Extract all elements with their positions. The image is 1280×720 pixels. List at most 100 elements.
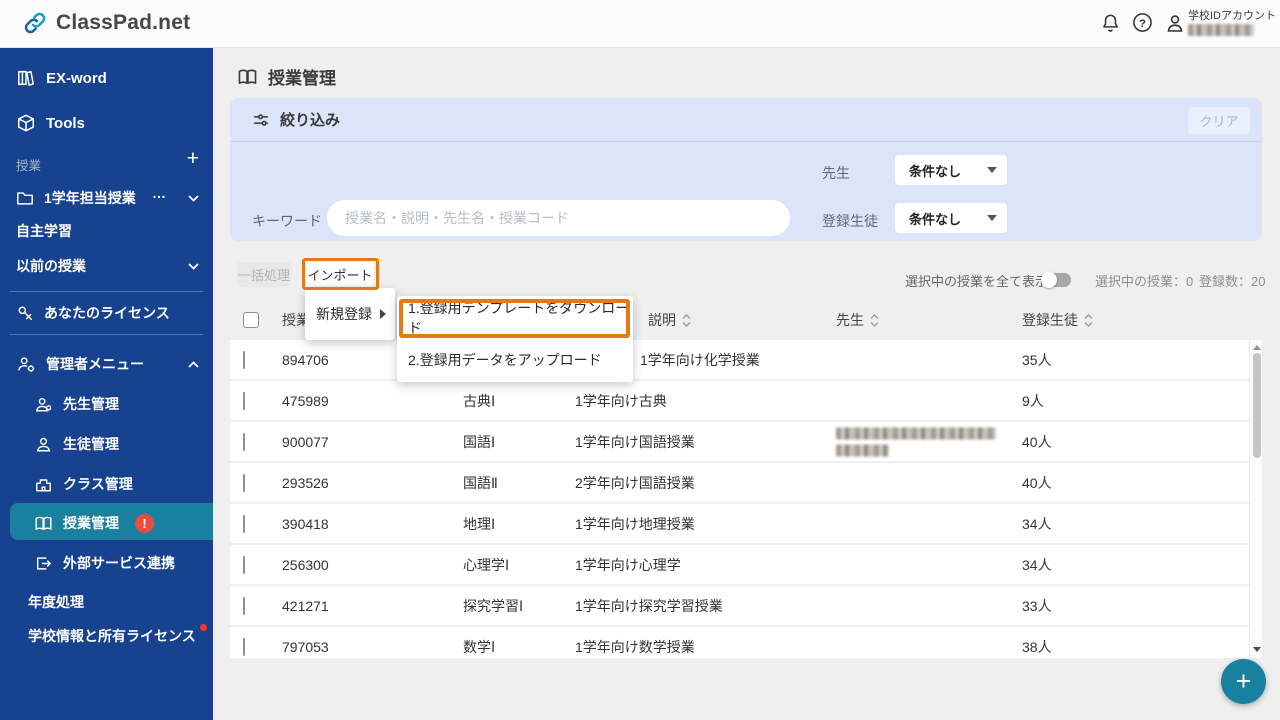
more-icon[interactable]: … [152,185,167,201]
teacher-filter-label: 先生 [822,165,850,181]
chevron-down-icon[interactable] [188,194,199,202]
column-label: 説明 [648,312,676,328]
account-name-redacted [1188,24,1254,36]
sidebar-item-lesson-mgmt[interactable]: 授業管理 ! [0,509,213,537]
row-checkbox[interactable] [243,391,245,410]
table-row[interactable]: 475989 古典Ⅰ 1学年向け古典 9人 [230,381,1262,420]
sidebar-item-student-mgmt[interactable]: 生徒管理 [0,430,213,458]
row-checkbox[interactable] [243,596,245,615]
sidebar-item-label: 授業管理 [63,515,119,531]
sidebar-item-your-license[interactable]: あなたのライセンス [0,299,213,327]
sidebar-item-label: EX-word [46,69,107,87]
sidebar-item-tools[interactable]: Tools [0,109,213,137]
row-checkbox[interactable] [243,555,245,574]
sidebar-item-school-info[interactable]: 学校情報と所有ライセンス [0,622,213,650]
external-link-icon [34,555,53,572]
teacher-filter-select[interactable]: 条件なし [895,155,1007,185]
clear-filter-button[interactable]: クリア [1188,107,1250,134]
table-row[interactable]: 421271 探究学習Ⅰ 1学年向け探究学習授業 33人 [230,586,1262,625]
sidebar-item-class-mgmt[interactable]: クラス管理 [0,470,213,498]
sort-icon [870,313,879,327]
chevron-down-icon[interactable] [188,262,199,270]
person-icon[interactable] [1164,12,1186,34]
column-label: 登録生徒 [1022,312,1078,328]
sidebar-item-year-processing[interactable]: 年度処理 [0,588,213,616]
import-button[interactable]: インポート [306,262,374,286]
scroll-down-arrow-icon[interactable] [1253,647,1261,652]
table-row[interactable]: 390418 地理Ⅰ 1学年向け地理授業 34人 [230,504,1262,543]
column-header-desc[interactable]: 説明 [648,310,691,330]
keyword-input[interactable] [327,200,790,236]
row-checkbox[interactable] [243,637,245,656]
show-selected-label: 選択中の授業を全て表示 [905,274,1049,289]
chevron-up-icon[interactable] [188,360,199,368]
sidebar-item-label: 外部サービス連携 [63,555,175,571]
student-icon [34,436,53,453]
sidebar-divider [10,334,203,335]
sidebar-item-external-services[interactable]: 外部サービス連携 [0,549,213,577]
scrollbar-thumb[interactable] [1252,353,1261,458]
class-code: 475989 [282,392,329,409]
link-icon [22,10,48,36]
row-checkbox[interactable] [243,432,245,451]
brand-name: ClassPad.net [56,11,191,34]
sidebar-item-label: 生徒管理 [63,436,119,452]
row-checkbox[interactable] [243,514,245,533]
class-code: 390418 [282,515,329,532]
teacher-filter-value: 条件なし [909,163,962,179]
row-checkbox[interactable] [243,473,245,492]
sidebar-divider [10,291,203,292]
table-scrollbar[interactable] [1249,340,1262,658]
add-class-icon[interactable]: + [187,147,199,171]
sidebar-item-teacher-mgmt[interactable]: 先生管理 [0,390,213,418]
sort-icon [1084,313,1093,327]
tools-cube-icon [16,113,36,133]
bell-icon[interactable] [1100,12,1121,35]
student-count: 33人 [1022,597,1052,614]
help-icon[interactable]: ? [1132,12,1153,33]
sidebar-item-previous-classes[interactable]: 以前の授業 [0,252,213,280]
table-row[interactable]: 797053 数学Ⅰ 1学年向け数学授業 38人 [230,627,1262,658]
folder-icon [16,190,34,206]
sidebar-item-label: 先生管理 [63,396,119,412]
menu-item-download-template[interactable]: 1.登録用テンプレートをダウンロード [397,297,633,339]
show-selected-toggle[interactable] [1041,272,1071,288]
table-row[interactable]: 293526 国語Ⅱ 2学年向け国語授業 40人 [230,463,1262,502]
class-code: 293526 [282,474,329,491]
add-class-fab[interactable]: + [1221,659,1266,704]
bulk-action-button[interactable]: 一括処理 [237,262,291,287]
menu-item-upload-data[interactable]: 2.登録用データをアップロード [397,339,633,381]
select-all-checkbox[interactable] [243,312,259,328]
brand-logo[interactable]: ClassPad.net [22,10,190,36]
sidebar: EX-word Tools 授業 + 1学年担当授業 … 自主学習 以前の授業 … [0,48,213,720]
notification-dot [199,624,207,631]
sort-icon [682,313,691,327]
filter-title: 絞り込み [280,112,341,129]
student-count: 34人 [1022,515,1052,532]
sidebar-item-label: 以前の授業 [16,258,86,274]
column-header-teacher[interactable]: 先生 [836,310,879,330]
students-filter-select[interactable]: 条件なし [895,203,1007,233]
app-window: ClassPad.net ? 学校IDアカウント EX-word Tools 授… [0,0,1280,720]
exword-icon [16,69,36,87]
account-type-label: 学校IDアカウント [1188,10,1276,22]
sidebar-item-grade1-classes[interactable]: 1学年担当授業 … [0,184,213,212]
student-count: 40人 [1022,474,1052,491]
sidebar-item-self-study[interactable]: 自主学習 [0,217,213,245]
table-row[interactable]: 900077 国語Ⅰ 1学年向け国語授業 40人 [230,422,1262,461]
student-count: 35人 [1022,351,1052,368]
row-checkbox[interactable] [243,350,245,369]
svg-text:?: ? [1139,18,1146,30]
alert-badge: ! [135,513,154,533]
table-row[interactable]: 256300 心理学Ⅰ 1学年向け心理学 34人 [230,545,1262,584]
sidebar-item-admin-menu[interactable]: 管理者メニュー [0,350,213,378]
toggle-knob [1041,272,1057,288]
column-header-students[interactable]: 登録生徒 [1022,310,1093,330]
table-row[interactable]: 894706 1学年向け化学授業 35人 [230,340,1262,379]
class-code: 256300 [282,556,329,573]
import-submenu: 1.登録用テンプレートをダウンロード 2.登録用データをアップロード [397,296,633,382]
submenu-arrow-icon [380,309,386,319]
student-count: 9人 [1022,392,1044,409]
scroll-up-arrow-icon[interactable] [1253,345,1261,350]
sidebar-item-exword[interactable]: EX-word [0,64,213,92]
